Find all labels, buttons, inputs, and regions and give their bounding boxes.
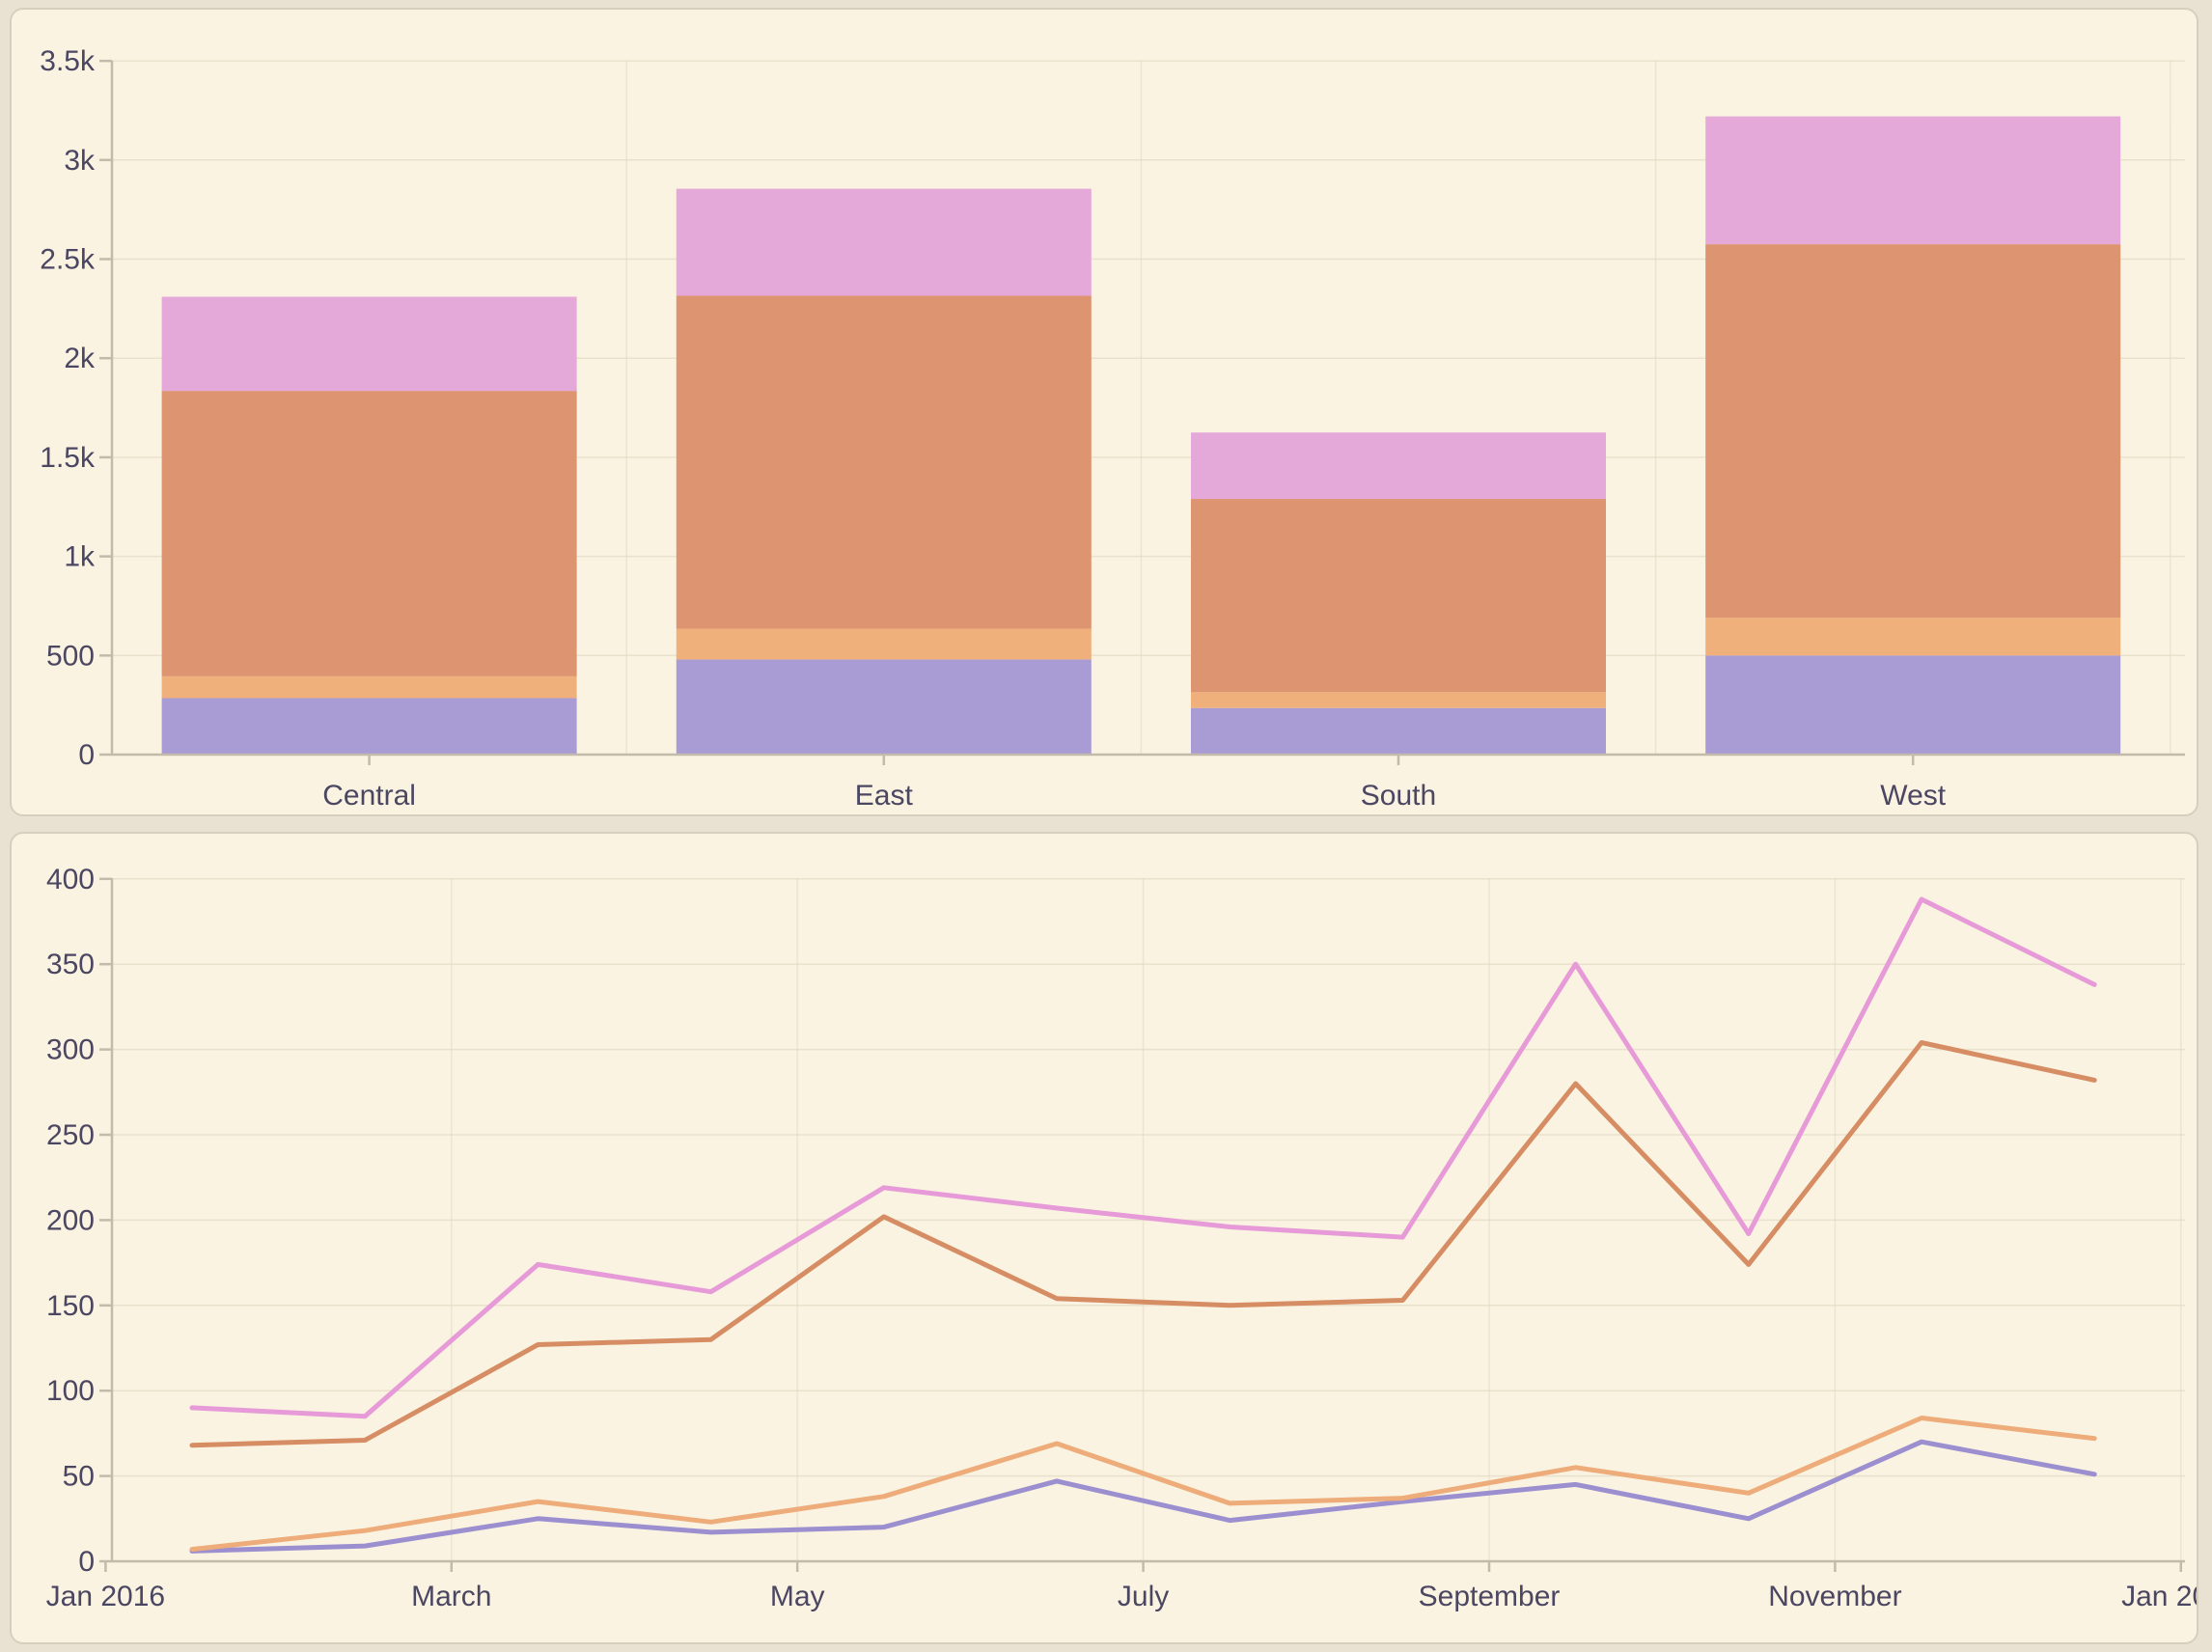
- y-axis-label: 3k: [64, 145, 96, 177]
- y-axis-label: 50: [63, 1461, 95, 1493]
- x-axis-label-september: September: [1419, 1581, 1561, 1612]
- bar-segment-salmon-central[interactable]: [162, 391, 577, 676]
- x-axis-label-july: July: [1118, 1581, 1169, 1612]
- bar-segment-purple-west[interactable]: [1705, 655, 2120, 755]
- line-chart: 0 50 100 150 200 250 300 350 400 Jan 2016 March May…: [12, 834, 2197, 1642]
- bar-segment-salmon-west[interactable]: [1705, 244, 2120, 618]
- bar-segment-pink-south[interactable]: [1191, 432, 1606, 499]
- bar-segment-light-orange-west[interactable]: [1705, 618, 2120, 655]
- bar-segment-pink-west[interactable]: [1705, 117, 2120, 244]
- x-axis-label-jan-2016: Jan 2016: [46, 1581, 165, 1612]
- bar-segment-light-orange-east[interactable]: [677, 629, 1092, 660]
- y-axis-label: 1k: [64, 541, 96, 573]
- bar-segment-light-orange-south[interactable]: [1191, 692, 1606, 707]
- bar-segment-pink-east[interactable]: [677, 189, 1092, 296]
- y-axis-label: 2k: [64, 343, 96, 374]
- x-axis-label-november: November: [1768, 1581, 1901, 1612]
- y-axis-label: 100: [46, 1375, 95, 1407]
- y-axis-label: 350: [46, 949, 95, 980]
- bar-segment-purple-central[interactable]: [162, 698, 577, 755]
- y-axis-label: 150: [46, 1290, 95, 1322]
- bar-segment-pink-central[interactable]: [162, 297, 577, 392]
- y-axis-label: 3.5k: [40, 45, 96, 77]
- y-axis-label: 500: [46, 640, 95, 672]
- stacked-bar-chart-panel: 0 500 1k 1.5k 2k 2.5k 3k 3.5k Central East South We…: [10, 8, 2198, 816]
- y-axis-label: 250: [46, 1119, 95, 1151]
- category-label-south: South: [1361, 780, 1436, 812]
- y-axis-label: 1.5k: [40, 442, 96, 474]
- bar-segment-purple-east[interactable]: [677, 659, 1092, 755]
- bar-segment-light-orange-central[interactable]: [162, 676, 577, 699]
- line-chart-panel: 0 50 100 150 200 250 300 350 400 Jan 2016 March May…: [10, 832, 2198, 1644]
- category-label-central: Central: [322, 780, 416, 812]
- category-label-east: East: [855, 780, 914, 812]
- y-axis-label: 0: [78, 1546, 95, 1578]
- y-axis-label: 200: [46, 1204, 95, 1236]
- bar-segment-salmon-east[interactable]: [677, 295, 1092, 628]
- bar-segment-salmon-south[interactable]: [1191, 499, 1606, 692]
- y-axis-label: 400: [46, 864, 95, 895]
- x-axis-label-march: March: [411, 1581, 491, 1612]
- x-axis-label-may: May: [770, 1581, 825, 1612]
- category-label-west: West: [1880, 780, 1946, 812]
- y-axis-label: 2.5k: [40, 244, 96, 276]
- y-axis-label: 0: [78, 739, 95, 771]
- x-axis-label-jan-2017: Jan 2017: [2121, 1581, 2197, 1612]
- page-root: { "theme": { "page_bg": "#e9e2d2", "pane…: [0, 0, 2212, 1652]
- bar-segment-purple-south[interactable]: [1191, 708, 1606, 755]
- stacked-bar-chart: 0 500 1k 1.5k 2k 2.5k 3k 3.5k Central East South We…: [12, 10, 2197, 814]
- y-axis-label: 300: [46, 1034, 95, 1066]
